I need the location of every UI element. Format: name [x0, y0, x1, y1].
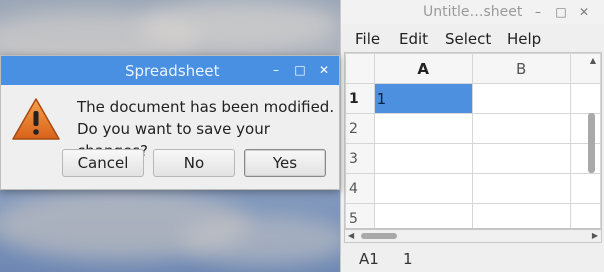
cancel-button[interactable]: Cancel: [62, 149, 144, 177]
spreadsheet-window: Untitle…sheet – □ ✕ File Edit Select Hel…: [340, 0, 604, 272]
cell-c3[interactable]: [569, 143, 601, 174]
cell-c5[interactable]: [569, 203, 601, 228]
status-cell-value: 1: [403, 250, 413, 268]
window-title: Untitle…sheet: [423, 4, 523, 20]
yes-button-label: Yes: [272, 154, 298, 172]
scroll-right-arrow-icon[interactable]: ▶: [592, 231, 598, 240]
dialog-titlebar[interactable]: Spreadsheet – □ ✕: [1, 56, 339, 85]
corner-cell[interactable]: [345, 53, 375, 84]
minimize-icon[interactable]: –: [269, 63, 283, 77]
column-header-a[interactable]: A: [373, 53, 473, 84]
vertical-scrollbar-thumb[interactable]: [588, 113, 595, 173]
maximize-icon[interactable]: □: [293, 63, 307, 77]
sheet-grid[interactable]: A B 1 1 2 3 4 5 ▲: [344, 52, 602, 229]
message-line-1: The document has been modified.: [77, 98, 335, 116]
cell-b1[interactable]: [471, 83, 571, 114]
maximize-icon[interactable]: □: [554, 5, 568, 19]
cell-a3[interactable]: [373, 143, 473, 174]
dialog-title: Spreadsheet: [125, 62, 220, 80]
menu-file[interactable]: File: [355, 30, 380, 48]
close-icon[interactable]: ✕: [577, 5, 591, 19]
save-changes-dialog: Spreadsheet – □ ✕ The document has been …: [0, 55, 340, 190]
row-header-4[interactable]: 4: [345, 173, 375, 204]
yes-button[interactable]: Yes: [244, 149, 326, 177]
cell-a1[interactable]: 1: [373, 83, 473, 114]
row-header-2[interactable]: 2: [345, 113, 375, 144]
row-header-1[interactable]: 1: [345, 83, 375, 114]
minimize-icon[interactable]: –: [531, 5, 545, 19]
cell-b4[interactable]: [471, 173, 571, 204]
cell-a5[interactable]: [373, 203, 473, 228]
cell-table: A B 1 1 2 3 4 5: [345, 53, 601, 228]
cell-b5[interactable]: [471, 203, 571, 228]
cell-a2[interactable]: [373, 113, 473, 144]
window-titlebar[interactable]: Untitle…sheet – □ ✕: [341, 0, 604, 24]
cell-b2[interactable]: [471, 113, 571, 144]
warning-icon: [12, 98, 60, 140]
row-header-3[interactable]: 3: [345, 143, 375, 174]
status-bar: A1 1: [341, 244, 604, 272]
scroll-left-arrow-icon[interactable]: ◀: [348, 231, 354, 240]
row-header-5[interactable]: 5: [345, 203, 375, 228]
cell-c4[interactable]: [569, 173, 601, 204]
menu-help[interactable]: Help: [507, 30, 541, 48]
cell-b3[interactable]: [471, 143, 571, 174]
menu-select[interactable]: Select: [445, 30, 491, 48]
cell-c1[interactable]: [569, 83, 601, 114]
column-header-b[interactable]: B: [471, 53, 571, 84]
horizontal-scrollbar[interactable]: ◀ ▶: [344, 229, 602, 243]
no-button[interactable]: No: [153, 149, 235, 177]
cloud: [180, 215, 350, 265]
menu-edit[interactable]: Edit: [399, 30, 428, 48]
scroll-up-arrow-icon[interactable]: ▲: [590, 56, 596, 65]
horizontal-scrollbar-thumb[interactable]: [361, 233, 397, 239]
no-button-label: No: [183, 154, 205, 172]
cell-c2[interactable]: [569, 113, 601, 144]
status-cell-reference: A1: [359, 250, 379, 268]
cancel-button-label: Cancel: [77, 154, 129, 172]
close-icon[interactable]: ✕: [317, 63, 331, 77]
cloud: [140, 0, 340, 50]
menu-bar: File Edit Select Help: [341, 24, 604, 52]
cell-a4[interactable]: [373, 173, 473, 204]
